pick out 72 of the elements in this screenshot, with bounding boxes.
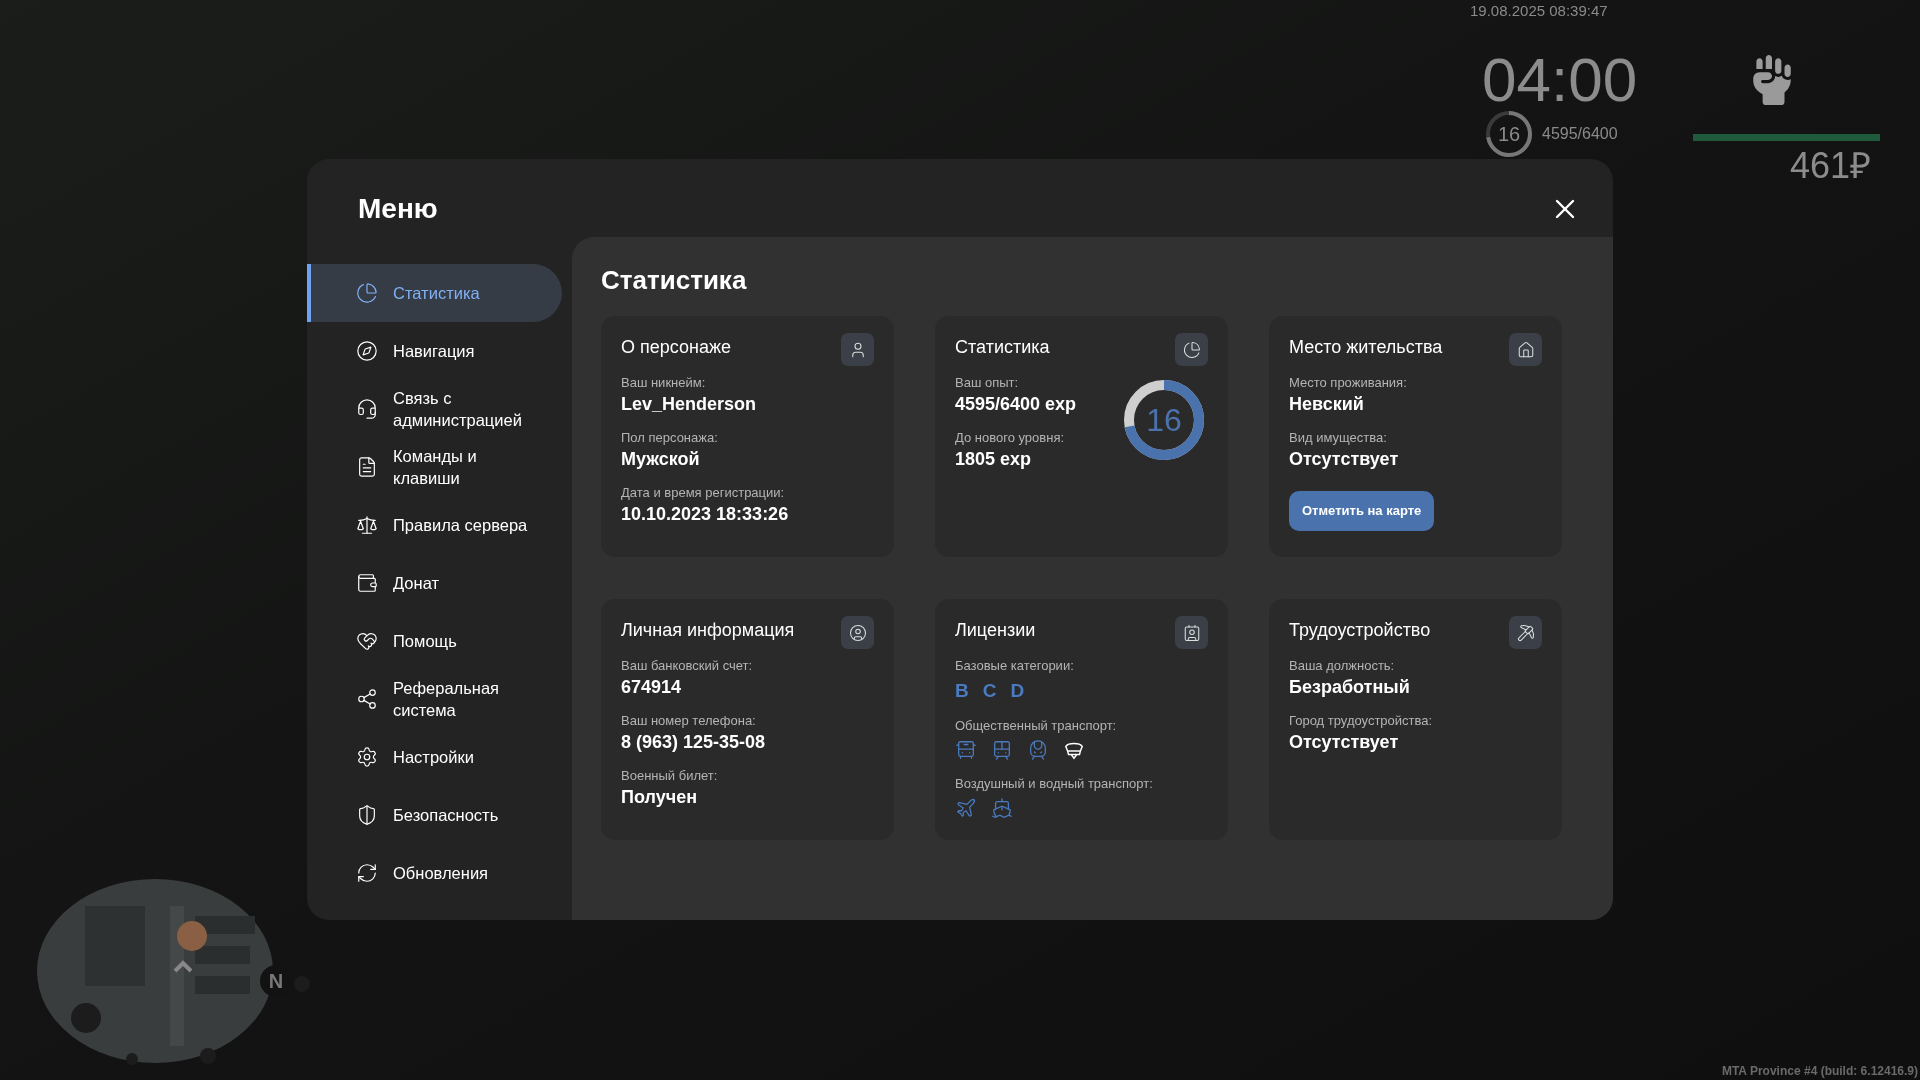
field-value: 8 (963) 125-35-08 [621, 731, 767, 754]
card-title: Личная информация [621, 619, 795, 642]
level-ring: 16 [1124, 380, 1204, 460]
sidebar-item[interactable]: Помощь [307, 612, 562, 670]
sidebar-item[interactable]: Связь с администрацией [307, 380, 562, 438]
sidebar-item[interactable]: Донат [307, 554, 562, 612]
document-icon [356, 456, 378, 478]
field-value: Безработный [1289, 676, 1411, 699]
field-label: Место проживания: [1289, 374, 1408, 392]
pie-chart-icon [356, 282, 378, 304]
field-label: Дата и время регистрации: [621, 484, 786, 502]
field-value: Невский [1289, 393, 1365, 416]
shield-icon [356, 804, 378, 826]
field-label: Ваша должность: [1289, 657, 1396, 675]
field-label: Ваш опыт: [955, 374, 1020, 392]
refresh-icon [356, 862, 378, 884]
hud-exp: 4595/6400 [1542, 124, 1618, 144]
field-label: Базовые категории: [955, 657, 1075, 675]
card-title: Трудоустройство [1289, 619, 1431, 642]
field-label: До нового уровня: [955, 429, 1066, 447]
license-category: B [955, 679, 969, 703]
field-value: Мужской [621, 448, 701, 471]
field-label: Город трудоустройства: [1289, 712, 1434, 730]
sidebar-item[interactable]: Безопасность [307, 786, 562, 844]
field-label: Ваш номер телефона: [621, 712, 757, 730]
settings-icon [356, 746, 378, 768]
id-card-icon [1182, 623, 1201, 642]
card-title: Место жительства [1289, 336, 1443, 359]
card-title: Статистика [955, 336, 1050, 359]
page-title: Статистика [601, 264, 748, 297]
sidebar-item[interactable]: Статистика [307, 264, 562, 322]
field-label: Воздушный и водный транспорт: [955, 775, 1154, 793]
field-label: Вид имущества: [1289, 429, 1388, 447]
house-icon [1516, 340, 1535, 359]
license-category: C [982, 679, 997, 703]
money-amount: 461₽ [1790, 144, 1872, 188]
sidebar-item[interactable]: Настройки [307, 728, 562, 786]
license-category: D [1010, 679, 1025, 703]
compass-icon [356, 340, 378, 362]
headset-icon [356, 398, 378, 420]
hud-level-ring: 16 [1486, 111, 1532, 157]
field-value: 1805 exp [955, 448, 1033, 471]
field-label: Ваш никнейм: [621, 374, 707, 392]
sidebar-item[interactable]: Навигация [307, 322, 562, 380]
mark-on-map-button[interactable]: Отметить на карте [1289, 491, 1435, 531]
pie-chart-icon [1182, 340, 1201, 359]
card-title: О персонаже [621, 336, 731, 359]
build-info: MTA Province #4 (build: 6.12416.9) [1721, 1063, 1918, 1080]
field-value: Lev_Henderson [621, 393, 758, 416]
heart-handshake-icon [356, 630, 378, 652]
field-label: Пол персонажа: [621, 429, 719, 447]
date-time: 19.08.2025 08:39:47 [1470, 1, 1608, 21]
field-value: 10.10.2023 18:33:26 [621, 503, 790, 526]
field-value: Получен [621, 786, 699, 809]
sidebar-item[interactable]: Команды и клавиши [307, 438, 562, 496]
field-label: Общественный транспорт: [955, 717, 1118, 735]
user-circle-icon [848, 623, 867, 642]
network-icon [356, 688, 378, 710]
field-value: Отсутствует [1289, 448, 1400, 471]
sidebar-item[interactable]: Правила сервера [307, 496, 562, 554]
pickaxe-icon [1516, 623, 1535, 642]
scales-icon [356, 514, 378, 536]
field-label: Военный билет: [621, 767, 719, 785]
field-label: Ваш банковский счет: [621, 657, 754, 675]
sidebar-item[interactable]: Обновления [307, 844, 562, 902]
field-value: Отсутствует [1289, 731, 1400, 754]
menu-title: Меню [358, 192, 438, 226]
field-value: 4595/6400 exp [955, 393, 1077, 416]
sidebar-item[interactable]: Реферальная система [307, 670, 562, 728]
field-value: 674914 [621, 676, 683, 699]
wallet-icon [356, 572, 378, 594]
card-title: Лицензии [955, 619, 1036, 642]
